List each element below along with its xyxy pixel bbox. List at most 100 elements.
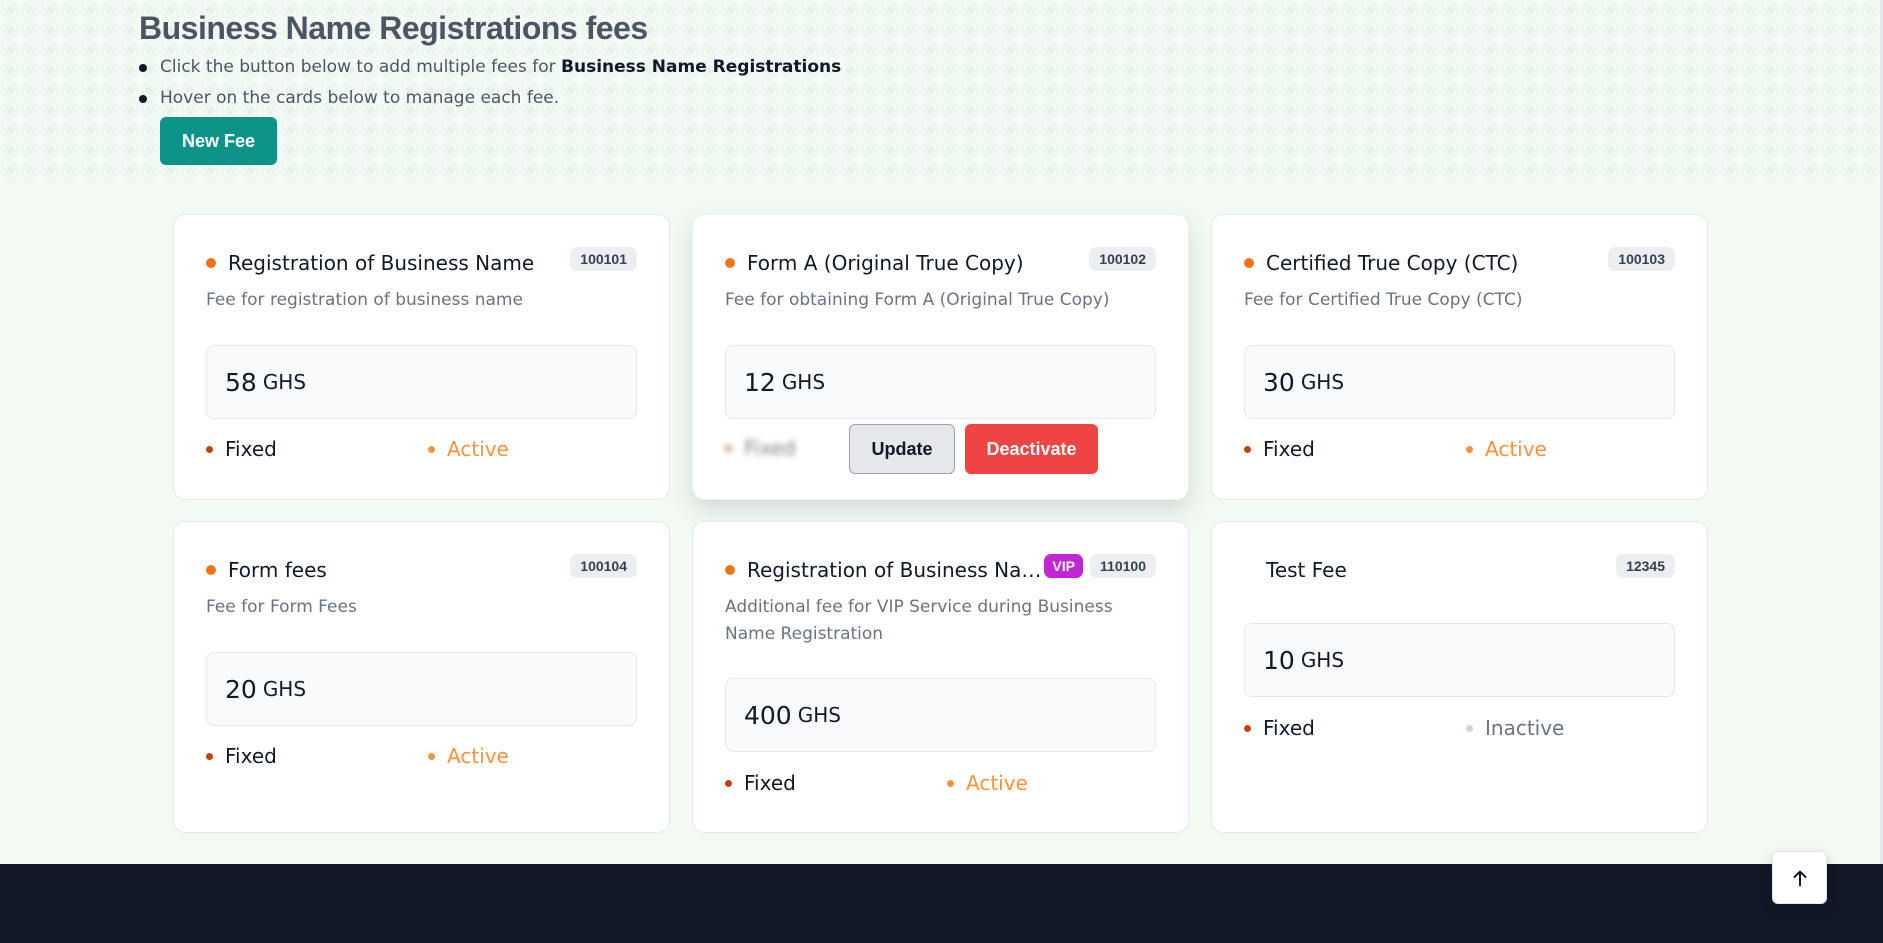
scroll-to-top-button[interactable]	[1772, 851, 1827, 904]
fee-amount-box: 10 GHS	[1244, 623, 1675, 697]
fee-code-badge: 100103	[1608, 247, 1675, 271]
fee-description: Fee for Form Fees	[206, 597, 357, 617]
fee-status: Active	[428, 437, 509, 461]
fee-currency: GHS	[262, 370, 307, 394]
fee-type-text: Fixed	[225, 744, 277, 768]
fee-title-text: Registration of Business Nam...	[747, 558, 1055, 582]
fee-actions-row: Fixed Update Deactivate	[725, 424, 1156, 474]
fee-code-badge: 100102	[1089, 247, 1156, 271]
fee-status: Inactive	[1466, 716, 1564, 740]
instructions-list: Click the button below to add multiple f…	[139, 54, 841, 116]
fee-description: Fee for obtaining Form A (Original True …	[725, 290, 1110, 310]
fee-currency: GHS	[262, 677, 307, 701]
footer	[0, 864, 1883, 943]
type-dot	[725, 779, 732, 787]
fee-description: Fee for registration of business name	[206, 290, 523, 310]
status-active-dot	[428, 752, 435, 760]
status-dot	[1244, 258, 1254, 268]
fee-card[interactable]: Form fees 100104 Fee for Form Fees 20 GH…	[173, 521, 670, 833]
fee-amount-box: 400 GHS	[725, 678, 1156, 752]
status-dot	[206, 565, 216, 575]
fee-amount: 58	[225, 367, 257, 397]
fee-currency: GHS	[1300, 370, 1345, 394]
fee-description: Additional fee for VIP Service during Bu…	[725, 597, 1113, 644]
fee-code-badge: 100101	[570, 247, 637, 271]
fee-meta-row: Fixed Active	[725, 771, 1156, 801]
fee-status: Active	[428, 744, 509, 768]
fee-amount-box: 20 GHS	[206, 652, 637, 726]
fee-type-text: Fixed	[744, 436, 796, 460]
fee-title: Certified True Copy (CTC)	[1244, 251, 1518, 275]
fee-title-text: Form A (Original True Copy)	[747, 251, 1024, 275]
fee-card[interactable]: Certified True Copy (CTC) 100103 Fee for…	[1211, 214, 1708, 500]
fee-title: Form A (Original True Copy)	[725, 251, 1024, 275]
update-button[interactable]: Update	[849, 424, 955, 474]
instruction-text: Hover on the cards below to manage each …	[160, 88, 560, 108]
instruction-emphasis: Business Name Registrations	[561, 57, 842, 77]
fee-title: Form fees	[206, 558, 327, 582]
instruction-text: Click the button below to add multiple f…	[160, 57, 562, 77]
instruction-item: Click the button below to add multiple f…	[139, 54, 841, 85]
fee-amount: 10	[1263, 645, 1295, 675]
fee-card[interactable]: Test Fee 12345 10 GHS Fixed Inactive	[1211, 521, 1708, 833]
fee-meta-row: Fixed Inactive	[1244, 716, 1675, 746]
arrow-up-icon	[1792, 870, 1807, 886]
fee-amount: 30	[1263, 367, 1295, 397]
fee-title: Registration of Business Nam...	[725, 558, 1055, 582]
fee-amount: 400	[744, 700, 792, 730]
fee-status: Active	[1466, 437, 1547, 461]
fee-currency: GHS	[781, 370, 826, 394]
fee-status: Active	[947, 771, 1028, 795]
fee-amount-box: 30 GHS	[1244, 345, 1675, 419]
fee-status-text: Active	[447, 437, 509, 461]
fee-meta-row: Fixed Active	[1244, 437, 1675, 467]
status-active-dot	[428, 445, 435, 453]
status-active-dot	[947, 779, 954, 787]
fee-type-text: Fixed	[744, 771, 796, 795]
fee-amount: 20	[225, 674, 257, 704]
fee-amount: 12	[744, 367, 776, 397]
fee-amount-box: 58 GHS	[206, 345, 637, 419]
vip-badge: VIP	[1044, 554, 1083, 578]
fee-status-text: Active	[447, 744, 509, 768]
status-inactive-dot	[1466, 724, 1473, 732]
fee-title-text: Registration of Business Name	[228, 251, 535, 275]
fee-currency: GHS	[797, 703, 841, 727]
fee-type-text: Fixed	[225, 437, 277, 461]
fee-card[interactable]: Registration of Business Name 100101 Fee…	[173, 214, 670, 500]
fee-description: Fee for Certified True Copy (CTC)	[1244, 290, 1523, 310]
instruction-item: Hover on the cards below to manage each …	[139, 85, 841, 116]
fee-type: Fixed	[725, 436, 796, 460]
fee-title: Registration of Business Name	[206, 251, 534, 275]
fee-type: Fixed	[1244, 716, 1315, 740]
fee-currency: GHS	[1300, 648, 1345, 672]
fee-code-badge: 12345	[1616, 554, 1675, 578]
fee-meta-row: Fixed Active	[206, 744, 637, 774]
type-dot	[1244, 724, 1251, 732]
fee-title: Test Fee	[1244, 558, 1347, 582]
fee-type: Fixed	[206, 744, 277, 768]
fee-title-text: Test Fee	[1266, 558, 1347, 582]
fee-code-badge: 110100	[1090, 554, 1156, 578]
fee-title-text: Form fees	[228, 558, 327, 582]
type-dot	[725, 444, 732, 452]
fee-type: Fixed	[1244, 437, 1315, 461]
fee-card[interactable]: Registration of Business Nam... VIP 1101…	[692, 521, 1189, 833]
fee-type-text: Fixed	[1263, 437, 1315, 461]
fee-type-text: Fixed	[1263, 716, 1315, 740]
fee-type: Fixed	[206, 437, 277, 461]
status-dot	[206, 258, 216, 268]
fee-status-text: Inactive	[1485, 716, 1565, 740]
fee-amount-box: 12 GHS	[725, 345, 1156, 419]
type-dot	[206, 445, 213, 453]
status-dot	[725, 565, 735, 575]
fee-type: Fixed	[725, 771, 796, 795]
status-active-dot	[1466, 445, 1473, 453]
fee-status-text: Active	[966, 771, 1028, 795]
status-dot	[725, 258, 735, 268]
deactivate-button[interactable]: Deactivate	[965, 424, 1098, 474]
type-dot	[206, 752, 213, 760]
fee-card[interactable]: Form A (Original True Copy) 100102 Fee f…	[692, 214, 1189, 500]
new-fee-button[interactable]: New Fee	[160, 117, 277, 165]
fee-meta-row: Fixed Active	[206, 437, 637, 467]
